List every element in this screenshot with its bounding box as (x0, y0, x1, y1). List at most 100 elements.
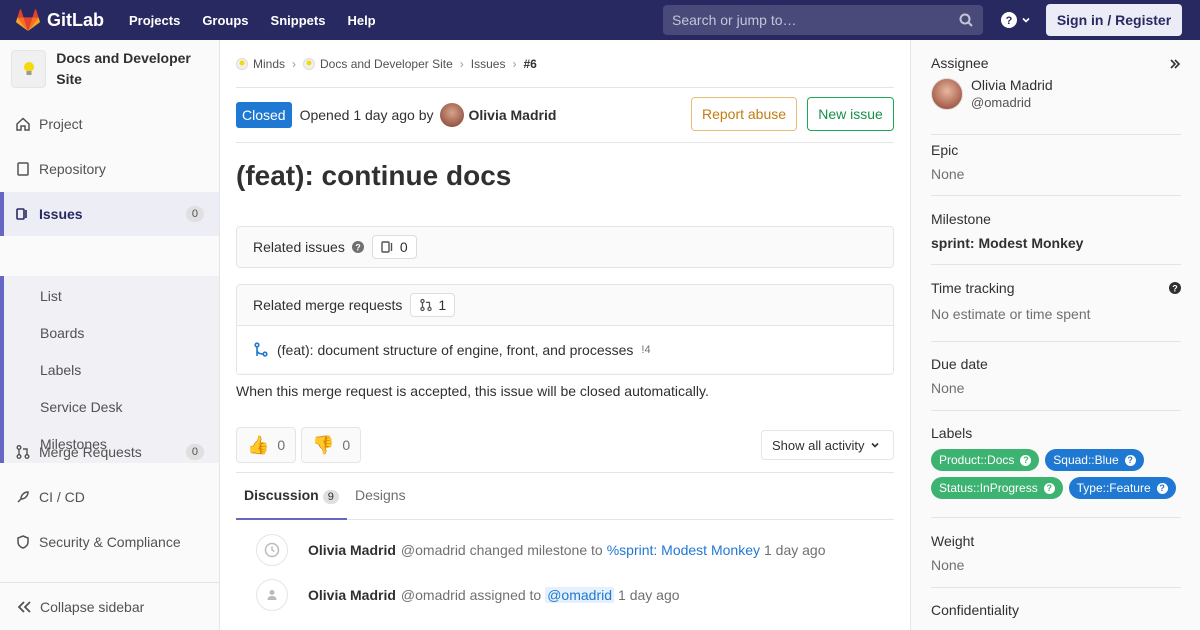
chevron-down-icon (871, 442, 880, 448)
sign-in-button[interactable]: Sign in / Register (1046, 4, 1182, 36)
issues-icon (381, 241, 393, 253)
svg-text:?: ? (355, 243, 361, 253)
activity-item: Olivia Madrid @omadrid assigned to @omad… (256, 579, 680, 611)
new-issue-button[interactable]: New issue (807, 97, 894, 131)
question-icon: ? (1156, 482, 1168, 494)
rocket-icon (15, 489, 31, 505)
activity-handle: @omadrid (400, 587, 466, 603)
opened-by: by (418, 107, 434, 123)
sidebar-item-label: Project (39, 116, 83, 132)
author-name[interactable]: Olivia Madrid (469, 107, 557, 123)
nav-snippets[interactable]: Snippets (271, 13, 326, 28)
project-header[interactable]: Docs and Developer Site (0, 40, 219, 100)
milestone-link[interactable]: %sprint: Modest Monkey (607, 542, 760, 558)
mr-title[interactable]: (feat): document structure of engine, fr… (277, 342, 633, 358)
clock-icon (256, 534, 288, 566)
related-mr-item[interactable]: (feat): document structure of engine, fr… (237, 325, 893, 373)
document-icon (15, 161, 31, 177)
issue-main-content: Minds › Docs and Developer Site › Issues… (236, 40, 894, 611)
activity-handle: @omadrid (400, 542, 466, 558)
breadcrumb-project[interactable]: Docs and Developer Site (320, 57, 453, 71)
sidebar-subitem-service-desk[interactable]: Service Desk (40, 399, 122, 415)
sidebar-item-ci-cd[interactable]: CI / CD (0, 475, 219, 519)
gitlab-logo[interactable]: GitLab (16, 9, 113, 31)
active-tab-indicator (236, 518, 347, 520)
labels-list: Product::Docs? Squad::Blue? Status::InPr… (931, 449, 1191, 505)
project-avatar (11, 50, 47, 88)
activity-author[interactable]: Olivia Madrid (308, 587, 396, 603)
label-type-feature[interactable]: Type::Feature? (1068, 477, 1176, 499)
home-icon (15, 116, 31, 132)
merge-request-icon (420, 298, 433, 312)
assignee-name: Olivia Madrid (971, 77, 1053, 93)
sidebar-subitem-labels[interactable]: Labels (40, 362, 81, 378)
opened-prefix: Opened (299, 107, 350, 123)
thumbs-up-count: 0 (277, 437, 286, 453)
help-dropdown[interactable]: ? (1001, 12, 1031, 28)
assignee-handle: @omadrid (971, 95, 1032, 110)
author-avatar[interactable] (439, 103, 464, 127)
sidebar-item-merge-requests[interactable]: Merge Requests 0 (0, 430, 219, 474)
sidebar-subitem-boards[interactable]: Boards (40, 325, 84, 341)
epic-label: Epic (931, 142, 959, 158)
label-text: Squad::Blue (1053, 453, 1119, 467)
question-circle-icon[interactable]: ? (351, 241, 364, 253)
tab-designs[interactable]: Designs (355, 487, 406, 503)
brand-name: GitLab (47, 9, 104, 30)
assignee-avatar (931, 78, 963, 110)
nav-projects[interactable]: Projects (129, 13, 180, 28)
collapse-sidebar-button[interactable]: Collapse sidebar (0, 582, 219, 630)
activity-time: 1 day ago (618, 587, 680, 603)
label-product-docs[interactable]: Product::Docs? (931, 449, 1040, 471)
main-nav: Projects Groups Snippets Help (129, 13, 398, 28)
double-chevron-right-icon[interactable] (1169, 58, 1181, 70)
assignee-label: Assignee (931, 55, 989, 71)
nav-groups[interactable]: Groups (202, 13, 248, 28)
milestone-value[interactable]: sprint: Modest Monkey (931, 235, 1181, 251)
thumbs-down-button[interactable]: 👎 0 (301, 427, 362, 463)
related-mr-header: Related merge requests 1 (237, 285, 893, 325)
related-issues-count[interactable]: 0 (371, 235, 417, 259)
breadcrumb-separator: › (512, 56, 517, 71)
breadcrumb-group[interactable]: Minds (253, 57, 285, 71)
label-text: Status::InProgress (939, 481, 1038, 495)
project-avatar-icon (303, 57, 316, 70)
related-mr-count[interactable]: 1 (410, 293, 456, 317)
sidebar-item-project[interactable]: Project (0, 102, 219, 146)
question-icon[interactable]: ? (1169, 282, 1181, 294)
activity-filter-dropdown[interactable]: Show all activity (761, 430, 894, 460)
sidebar-item-label: Merge Requests (39, 444, 142, 460)
thumbs-up-icon: 👍 (247, 434, 270, 455)
tab-discussion[interactable]: Discussion 9 (244, 487, 339, 504)
breadcrumb: Minds › Docs and Developer Site › Issues… (236, 40, 894, 88)
label-status-inprogress[interactable]: Status::InProgress? (931, 477, 1063, 499)
tab-discussion-label: Discussion (244, 487, 319, 503)
time-tracking-section: Time tracking ? No estimate or time spen… (931, 280, 1181, 342)
activity-action: changed milestone to (469, 542, 603, 558)
auto-close-note: When this merge request is accepted, thi… (236, 383, 709, 399)
thumbs-up-button[interactable]: 👍 0 (236, 427, 297, 463)
activity-author[interactable]: Olivia Madrid (308, 542, 396, 558)
search-input[interactable]: Search or jump to… (663, 5, 983, 35)
discussion-count-badge: 9 (322, 490, 339, 504)
sidebar-item-issues[interactable]: Issues 0 (0, 192, 219, 236)
nav-help[interactable]: Help (347, 13, 375, 28)
weight-value: None (931, 557, 965, 573)
double-chevron-left-icon (17, 600, 31, 613)
project-name: Docs and Developer Site (56, 50, 191, 87)
label-squad-blue[interactable]: Squad::Blue? (1045, 449, 1144, 471)
related-issues-panel: Related issues ? 0 (236, 226, 894, 268)
activity-action: assigned to (469, 587, 542, 603)
assignee-user[interactable]: Olivia Madrid @omadrid (931, 77, 1181, 110)
sidebar-item-repository[interactable]: Repository (0, 147, 219, 191)
shield-icon (15, 534, 31, 550)
sidebar-item-security[interactable]: Security & Compliance (0, 520, 219, 564)
issues-icon (15, 206, 31, 222)
user-mention[interactable]: @omadrid (545, 587, 615, 603)
report-abuse-button[interactable]: Report abuse (691, 97, 797, 131)
gitlab-tanuki-icon (16, 9, 40, 31)
breadcrumb-issues[interactable]: Issues (471, 57, 506, 71)
question-icon: ? (1020, 454, 1032, 466)
breadcrumb-issue-id[interactable]: #6 (523, 57, 536, 71)
sidebar-subitem-list[interactable]: List (40, 288, 62, 304)
